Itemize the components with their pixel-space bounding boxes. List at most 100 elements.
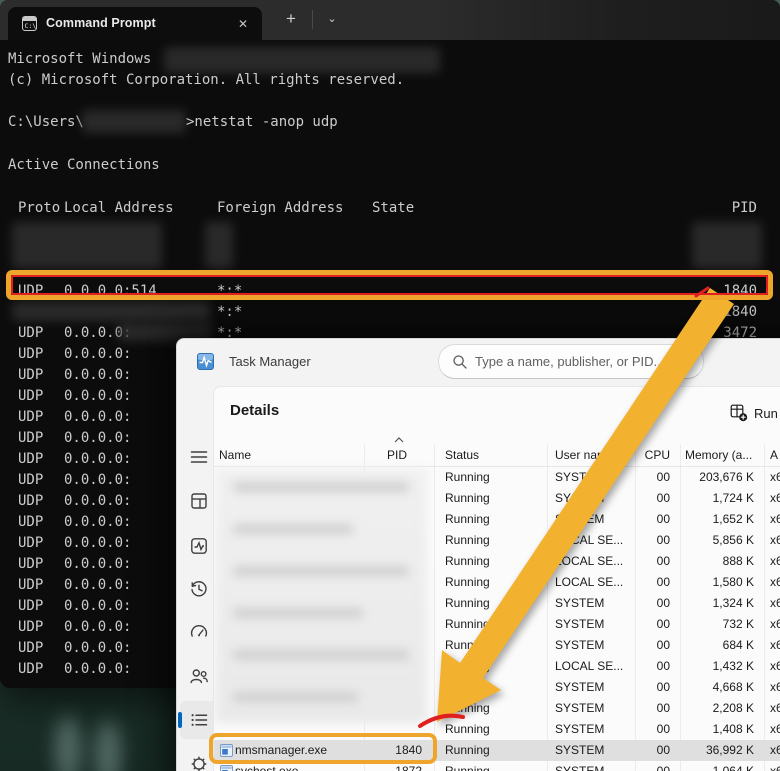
terminal-banner-line2: (c) Microsoft Corporation. All rights re… <box>8 70 404 91</box>
search-input[interactable] <box>475 345 695 378</box>
details-list-icon <box>189 710 209 730</box>
processes-icon <box>189 491 209 511</box>
cell-cpu: 00 <box>635 596 670 610</box>
col-local: Local Address <box>64 198 174 219</box>
netstat-cell: UDP <box>18 533 43 554</box>
cell-memory: 1,724 K <box>682 491 754 505</box>
new-tab-button[interactable]: + <box>280 8 302 30</box>
cell-cpu: 00 <box>635 743 670 757</box>
cell-cpu: 00 <box>635 722 670 736</box>
terminal-tab-bar: C:\ Command Prompt ✕ + ⌄ <box>0 0 780 40</box>
cell-cpu: 00 <box>635 617 670 631</box>
redacted-local-address <box>12 302 210 321</box>
cell-memory: 203,676 K <box>682 470 754 484</box>
cell-status: Running <box>445 743 490 757</box>
cell-arch: x6 <box>770 491 780 505</box>
netstat-cell: 0.0.0.0: <box>64 449 131 470</box>
foreign-address-value: *:* <box>217 302 242 323</box>
proto-value: UDP <box>18 323 43 344</box>
details-panel: Details Run new task Name PID Status Use… <box>213 386 780 771</box>
netstat-cell: UDP <box>18 575 43 596</box>
cell-user: SYSTEM <box>555 764 604 771</box>
redacted-connection-rows <box>12 222 162 268</box>
netstat-cell: UDP <box>18 407 43 428</box>
cell-memory: 888 K <box>682 554 754 568</box>
task-manager-app-icon <box>197 353 214 370</box>
cell-status: Running <box>445 554 490 568</box>
cell-status: Running <box>445 638 490 652</box>
search-box[interactable] <box>438 344 704 379</box>
cell-cpu: 00 <box>635 575 670 589</box>
cell-arch: x6 <box>770 617 780 631</box>
cell-arch: x6 <box>770 596 780 610</box>
netstat-cell: 0.0.0.0: <box>64 344 131 365</box>
cell-memory: 1,652 K <box>682 512 754 526</box>
netstat-cell: UDP <box>18 365 43 386</box>
cell-cpu: 00 <box>635 638 670 652</box>
netstat-highlight-box <box>6 270 773 300</box>
cell-status: Running <box>445 659 490 673</box>
netstat-cell: UDP <box>18 491 43 512</box>
cell-status: Running <box>445 617 490 631</box>
process-file-icon <box>220 765 233 771</box>
netstat-cell: UDP <box>18 449 43 470</box>
tab-dropdown-chevron-icon[interactable]: ⌄ <box>322 8 342 30</box>
gauge-icon <box>189 622 209 642</box>
cell-cpu: 00 <box>635 659 670 673</box>
cell-memory: 1,432 K <box>682 659 754 673</box>
netstat-cell: 0.0.0.0: <box>64 428 131 449</box>
search-icon <box>452 354 468 370</box>
redacted-username <box>82 110 186 133</box>
task-manager-sidebar <box>177 386 213 771</box>
wallpaper-glow <box>95 720 121 771</box>
task-manager-window: Task Manager <box>176 338 780 771</box>
redacted-process-names <box>215 468 427 723</box>
netstat-cell: UDP <box>18 344 43 365</box>
netstat-cell: UDP <box>18 428 43 449</box>
history-clock-icon <box>189 579 209 599</box>
netstat-cell: 0.0.0.0: <box>64 533 131 554</box>
cell-cpu: 00 <box>635 512 670 526</box>
netstat-cell: UDP <box>18 659 43 680</box>
cell-memory: 2,208 K <box>682 701 754 715</box>
netstat-cell: UDP <box>18 554 43 575</box>
cell-status: Running <box>445 533 490 547</box>
cell-cpu: 00 <box>635 701 670 715</box>
cell-arch: x6 <box>770 743 780 757</box>
cell-arch: x6 <box>770 575 780 589</box>
cell-user: LOCAL SE... <box>555 554 623 568</box>
cell-status: Running <box>445 722 490 736</box>
cell-memory: 684 K <box>682 638 754 652</box>
pid-value: 1840 <box>690 302 757 323</box>
cell-arch: x6 <box>770 533 780 547</box>
cell-arch: x6 <box>770 554 780 568</box>
cell-memory: 5,856 K <box>682 533 754 547</box>
cell-pid: 1872 <box>362 764 422 771</box>
cell-memory: 1,324 K <box>682 596 754 610</box>
col-pid: PID <box>690 198 757 219</box>
task-manager-title: Task Manager <box>229 354 311 369</box>
cell-user: SYSTEM <box>555 470 604 484</box>
cell-memory: 1,408 K <box>682 722 754 736</box>
cell-arch: x6 <box>770 638 780 652</box>
tab-close-icon[interactable]: ✕ <box>234 15 252 33</box>
nmsmanager-highlight-box <box>209 733 437 764</box>
netstat-cell: 0.0.0.0: <box>64 365 131 386</box>
netstat-cell: 0.0.0.0: <box>64 470 131 491</box>
prompt-path: C:\Users\ <box>8 112 84 133</box>
netstat-cell: UDP <box>18 617 43 638</box>
netstat-cell: 0.0.0.0: <box>64 659 131 680</box>
cell-arch: x6 <box>770 722 780 736</box>
performance-icon <box>189 536 209 556</box>
gear-icon <box>189 754 209 771</box>
netstat-cell: 0.0.0.0: <box>64 638 131 659</box>
cell-user: SYSTEM <box>555 596 604 610</box>
netstat-cell: 0.0.0.0: <box>64 386 131 407</box>
netstat-cell: 0.0.0.0: <box>64 512 131 533</box>
cell-user: LOCAL SE... <box>555 533 623 547</box>
cell-user: SYSTEM <box>555 617 604 631</box>
tab-command-prompt[interactable]: C:\ Command Prompt ✕ <box>8 7 262 40</box>
cell-user: SYSTEM <box>555 680 604 694</box>
cell-cpu: 00 <box>635 491 670 505</box>
hamburger-icon <box>189 447 209 467</box>
